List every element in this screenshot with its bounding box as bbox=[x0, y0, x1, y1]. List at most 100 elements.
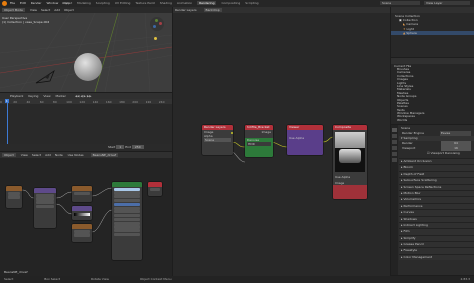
composite-node-title: Composite bbox=[333, 125, 367, 130]
tab-sculpting[interactable]: Sculpting bbox=[96, 1, 110, 5]
frame-ruler-label: 100 bbox=[66, 99, 72, 104]
property-sections: ▸ Ambient Occlusion ▸ Bloom ▸ Depth of Fie… bbox=[399, 158, 474, 261]
object-mode-dropdown[interactable]: Object Mode bbox=[2, 8, 25, 12]
viewport-denoising-checkbox[interactable]: ☑ Viewport Denoising bbox=[399, 151, 474, 156]
shader-node-color-ramp[interactable] bbox=[72, 206, 92, 220]
tab-shading[interactable]: Shading bbox=[160, 1, 172, 5]
shader-node-mapping[interactable] bbox=[34, 188, 56, 228]
shader-node-texture-b[interactable] bbox=[72, 224, 92, 242]
shader-editor[interactable]: Object View Select Add Node Use Nodes Be… bbox=[0, 152, 172, 283]
menu-render[interactable]: Render bbox=[31, 1, 42, 5]
menu-file[interactable]: File bbox=[10, 1, 15, 5]
status-box-select: Box Select bbox=[44, 277, 61, 281]
shader-node-image[interactable] bbox=[6, 186, 22, 208]
viewport-menu-add[interactable]: Add bbox=[54, 8, 60, 12]
frame-ruler-label: 120 bbox=[79, 99, 86, 104]
end-frame-field[interactable]: 250 bbox=[131, 145, 144, 149]
timeline-menu-playback[interactable]: Playback bbox=[10, 94, 23, 98]
outliner-item-sphere[interactable]: ▲ Sphere bbox=[391, 30, 474, 35]
use-alpha-checkbox[interactable]: Use Alpha bbox=[335, 175, 350, 179]
composite-node[interactable]: Composite Use Alpha Image bbox=[333, 125, 367, 199]
blend-file-view[interactable]: Current File Brushes Cameras Collections Im… bbox=[391, 58, 474, 124]
top-bar: File Edit Render Window Help Layout Mode… bbox=[0, 0, 474, 7]
viewer-node-body: Use Alpha bbox=[287, 130, 323, 155]
tab-texture-paint[interactable]: Texture Paint bbox=[135, 1, 154, 5]
properties-editor[interactable]: Scene Render Engine Eevee ▾ Sampling Ren… bbox=[391, 125, 474, 275]
version-label: 2.83.3 bbox=[460, 277, 470, 281]
timeline-track-area[interactable] bbox=[0, 104, 172, 144]
scene-selector[interactable]: Scene bbox=[380, 1, 420, 5]
navigation-gizmo[interactable] bbox=[150, 17, 164, 31]
frame-ruler-label: 220 bbox=[145, 99, 152, 104]
shader-node-material-output[interactable] bbox=[148, 182, 162, 196]
blender-logo-icon[interactable] bbox=[2, 1, 7, 6]
frame-ruler-label: 20 bbox=[13, 99, 18, 104]
material-breadcrumb: BeansNE_drivef bbox=[4, 270, 28, 274]
outliner[interactable]: Scene Collection ▣ Collection ◣ Camera ✦… bbox=[391, 7, 474, 57]
composite-node-footer bbox=[333, 185, 367, 199]
viewport-menu-object[interactable]: Object bbox=[64, 8, 74, 12]
current-frame-indicator[interactable] bbox=[6, 99, 8, 144]
timeline-menu-view[interactable]: View bbox=[43, 94, 50, 98]
current-frame-badge[interactable]: 1 bbox=[4, 99, 9, 103]
shader-node-texture-a[interactable] bbox=[72, 186, 92, 202]
status-rotate: Rotate View bbox=[91, 277, 109, 281]
menu-edit[interactable]: Edit bbox=[20, 1, 26, 5]
world-tab-icon[interactable] bbox=[392, 152, 397, 156]
color-ramp-gradient bbox=[74, 213, 90, 216]
blend-file-item[interactable]: Worlds bbox=[397, 119, 474, 122]
z-axis-icon bbox=[153, 25, 156, 28]
object-tab-icon[interactable] bbox=[392, 158, 397, 162]
tab-rendering[interactable]: Rendering bbox=[197, 1, 217, 5]
view-layer-tab-icon[interactable] bbox=[392, 140, 397, 144]
frame-ruler-label: 40 bbox=[26, 99, 31, 104]
tab-compositing[interactable]: Compositing bbox=[221, 1, 240, 5]
shader-node-principled-bsdf[interactable] bbox=[112, 182, 142, 260]
status-select: Select bbox=[4, 277, 14, 281]
view-layer-selector[interactable]: View Layer bbox=[424, 1, 470, 5]
render-layers-scene-field[interactable]: Scene bbox=[204, 138, 231, 142]
tab-animation[interactable]: Animation bbox=[177, 1, 192, 5]
frame-ruler-label: 60 bbox=[39, 99, 44, 104]
play-controls-icon[interactable]: ◀◀ ◀ ▶ ▶▶ bbox=[75, 94, 92, 98]
timeline-menu-marker[interactable]: Marker bbox=[56, 94, 66, 98]
scene-tab-icon[interactable] bbox=[392, 146, 397, 150]
timeline-menu-keying[interactable]: Keying bbox=[28, 94, 38, 98]
frame-ruler-label: 240 bbox=[158, 99, 165, 104]
image-socket-icon[interactable] bbox=[231, 132, 233, 134]
tab-uv-editing[interactable]: UV Editing bbox=[115, 1, 131, 5]
viewport-info: User Perspective (1) Collection | vase_S… bbox=[2, 16, 50, 24]
compositor[interactable]: Render Layers Backdrop Render Layers Ima… bbox=[173, 7, 390, 283]
output-tab-icon[interactable] bbox=[392, 134, 397, 138]
workspace-tabs: Layout Modeling Sculpting UV Editing Tex… bbox=[62, 1, 263, 5]
start-frame-field[interactable]: 1 bbox=[116, 145, 125, 149]
render-layers-node[interactable]: Render Layers Image Alpha Scene bbox=[202, 125, 233, 155]
y-axis-icon bbox=[155, 19, 158, 22]
hdr-node[interactable]: hdrfile_Bracket Image Denoise HDR bbox=[245, 125, 273, 157]
viewport-3d[interactable]: Object Mode View Select Add Object User … bbox=[0, 7, 172, 92]
sphere-object[interactable] bbox=[74, 53, 102, 81]
tab-layout[interactable]: Layout bbox=[62, 1, 72, 5]
viewport-menu-select[interactable]: Select bbox=[41, 8, 50, 12]
frame-ruler-label: 0 bbox=[0, 99, 2, 104]
blend-file-list: Brushes Cameras Collections Images Lights Lin… bbox=[397, 68, 474, 122]
hdr-node-body: Denoise HDR bbox=[245, 138, 273, 157]
light-object[interactable] bbox=[154, 37, 157, 40]
menu-window[interactable]: Window bbox=[46, 1, 58, 5]
frame-ruler-label: 180 bbox=[119, 99, 125, 104]
tab-modeling[interactable]: Modeling bbox=[77, 1, 91, 5]
tab-scripting[interactable]: Scripting bbox=[245, 1, 258, 5]
render-tab-icon[interactable] bbox=[392, 128, 397, 132]
camera-object[interactable] bbox=[34, 69, 56, 85]
frame-ruler-label: 160 bbox=[105, 99, 112, 104]
timeline[interactable]: Playback Keying View Marker ◀◀ ◀ ▶ ▶▶ 0 2… bbox=[0, 93, 172, 151]
viewport-menu-view[interactable]: View bbox=[30, 8, 37, 12]
property-section-header[interactable]: ▸ Color Management bbox=[399, 253, 474, 261]
properties-tabs bbox=[391, 125, 398, 275]
frame-range: Start 1 End 250 bbox=[108, 145, 144, 149]
render-engine-dropdown[interactable]: Eevee bbox=[440, 131, 471, 136]
frame-ruler-label: 80 bbox=[52, 99, 57, 104]
status-bar: Select Box Select Rotate View Object Con… bbox=[0, 276, 474, 283]
viewer-node[interactable]: Viewer Use Alpha bbox=[287, 125, 323, 155]
outliner-header bbox=[391, 7, 474, 13]
